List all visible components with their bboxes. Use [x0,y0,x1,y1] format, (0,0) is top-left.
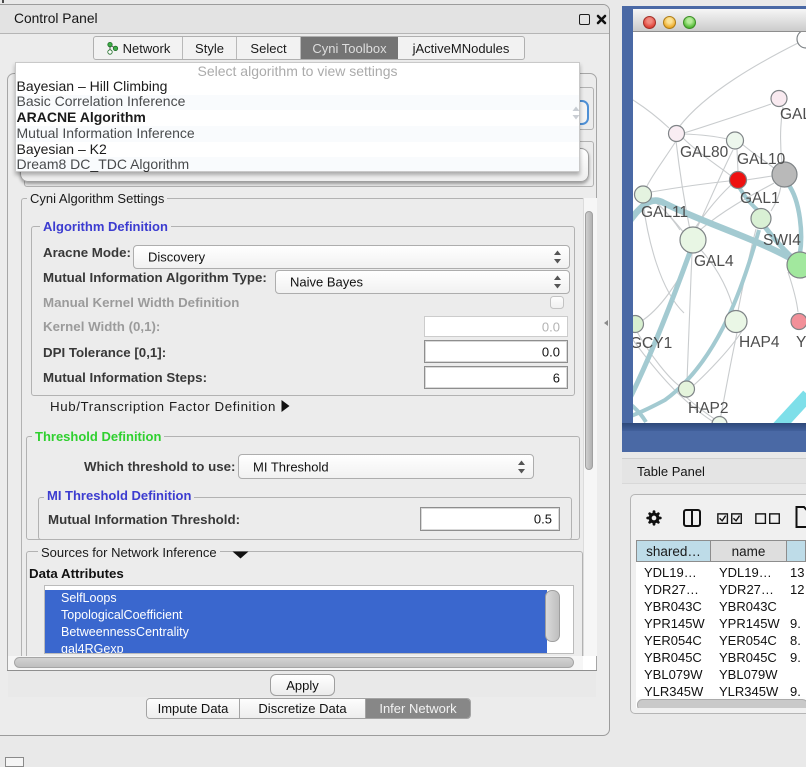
svg-text:HAP2: HAP2 [688,400,729,417]
svg-text:GCY1: GCY1 [633,335,672,352]
svg-text:GAL10: GAL10 [737,151,786,168]
svg-text:GAL4: GAL4 [694,253,734,270]
svg-text:HAP4: HAP4 [739,334,780,351]
svg-text:GAL11: GAL11 [641,204,688,221]
svg-text:Y: Y [796,334,806,351]
svg-text:GAL2: GAL2 [780,106,806,123]
svg-text:GAL1: GAL1 [740,190,780,207]
svg-text:SWI4: SWI4 [763,232,801,249]
svg-text:GAL80: GAL80 [680,144,729,161]
